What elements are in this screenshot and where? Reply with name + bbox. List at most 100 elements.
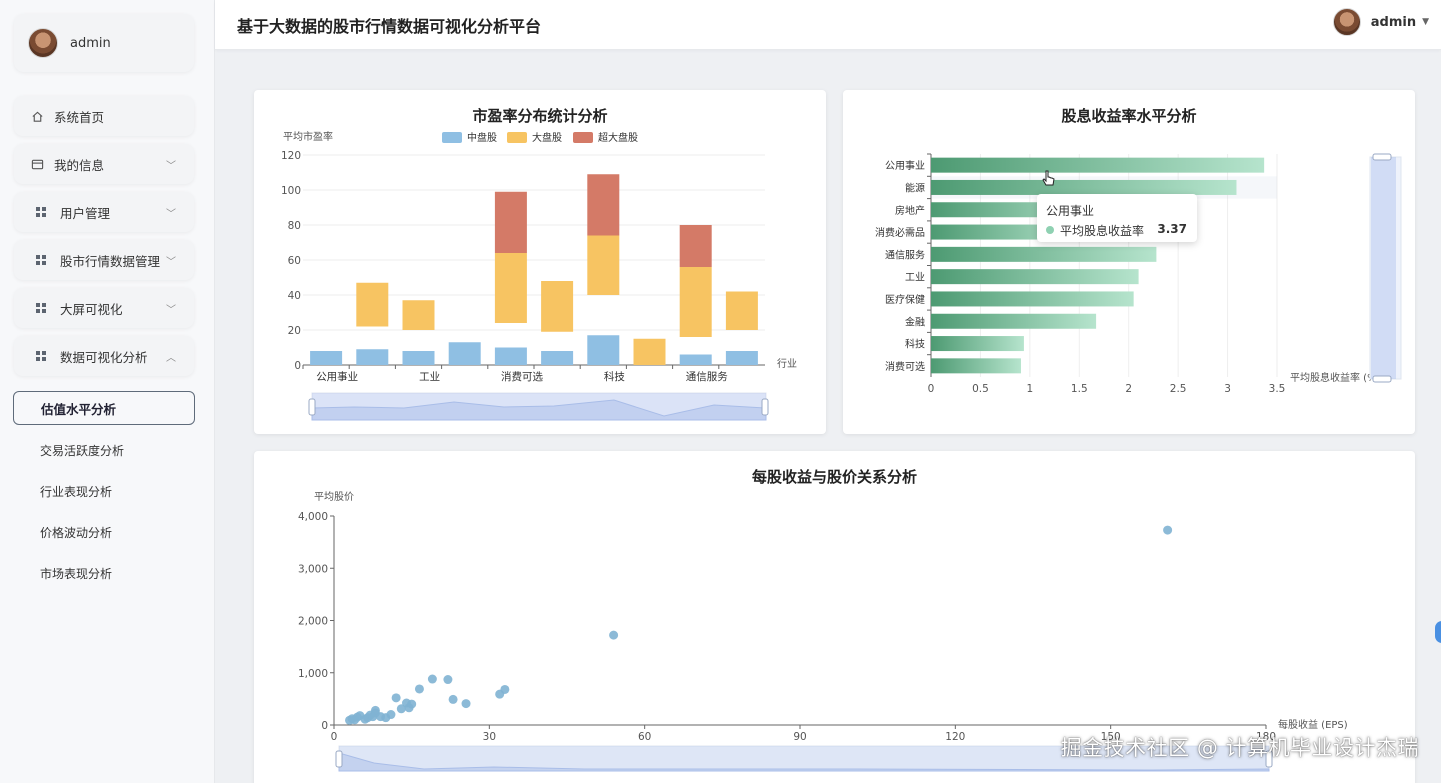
grid-icon	[36, 303, 46, 313]
y-tick-label: 2,000	[298, 616, 328, 628]
scatter-point	[443, 675, 453, 685]
legend-label: 超大盘股	[598, 131, 638, 144]
bar-mid-cap	[310, 351, 343, 365]
sidebar-subitem-price-volatility[interactable]: 价格波动分析	[40, 524, 112, 541]
header-user-name: admin	[1370, 14, 1417, 30]
zoom-slider-window	[1371, 157, 1396, 379]
sidebar-item-label: 数据可视化分析	[60, 349, 148, 365]
sidebar-item-home[interactable]: 系统首页	[14, 96, 194, 136]
bar-large-cap	[494, 253, 527, 323]
id-card-icon	[30, 157, 44, 171]
floating-side-button[interactable]	[1435, 621, 1441, 643]
sidebar-user-name: admin	[70, 35, 111, 51]
bar-xl-cap	[679, 225, 712, 267]
y-tick-label: 0	[294, 360, 301, 372]
x-tick-label: 公用事业	[316, 370, 358, 383]
scatter-point	[1163, 525, 1173, 535]
sidebar-subitem-valuation[interactable]: 估值水平分析	[13, 391, 195, 425]
zoom-slider-handle-left	[335, 750, 343, 768]
bar	[931, 269, 1139, 285]
x-tick-label: 3	[1224, 383, 1231, 395]
bar-large-cap	[633, 338, 666, 365]
scatter-point	[391, 693, 401, 703]
y-tick-label: 4,000	[298, 511, 328, 523]
y-tick-label: 公用事业	[885, 159, 925, 172]
bar	[931, 336, 1024, 352]
x-axis-title: 行业	[777, 357, 797, 370]
y-tick-label: 120	[281, 150, 301, 162]
x-tick-label: 2.5	[1170, 383, 1187, 395]
bar-large-cap	[587, 235, 620, 295]
bar-mid-cap	[448, 342, 481, 365]
grid-icon	[36, 351, 46, 361]
bar-large-cap	[541, 281, 574, 332]
bar	[931, 157, 1265, 173]
avatar	[28, 28, 58, 58]
bar-mid-cap	[679, 354, 712, 365]
chevron-down-icon: ﹀	[166, 209, 176, 220]
header-user-menu[interactable]: admin ▼	[1332, 8, 1429, 36]
x-tick-label: 科技	[604, 370, 625, 383]
y-tick-label: 消费必需品	[875, 226, 925, 239]
chevron-down-icon: ﹀	[166, 161, 176, 172]
sidebar-item-label: 股市行情数据管理	[60, 253, 161, 269]
sidebar: admin 系统首页 我的信息 ﹀ 用户管理 ﹀ 股市行情数据管理 ﹀ 大屏可视…	[0, 0, 215, 783]
x-tick-label: 90	[793, 731, 806, 743]
sidebar-item-my-info[interactable]: 我的信息 ﹀	[14, 144, 194, 184]
bar	[931, 291, 1134, 307]
x-tick-label: 消费可选	[501, 370, 543, 383]
x-tick-label: 30	[483, 731, 496, 743]
scatter-point	[414, 684, 424, 694]
bar-xl-cap	[494, 191, 527, 253]
y-tick-label: 科技	[905, 338, 925, 351]
avatar	[1332, 8, 1361, 36]
bar-large-cap	[725, 291, 758, 330]
chevron-down-icon: ﹀	[166, 305, 176, 316]
sidebar-item-label: 我的信息	[54, 157, 105, 173]
sidebar-item-label: 系统首页	[54, 109, 105, 125]
bar-mid-cap	[725, 351, 758, 365]
y-tick-label: 消费可选	[885, 360, 925, 373]
zoom-slider-handle-bottom	[1372, 375, 1392, 383]
y-tick-label: 医疗保健	[885, 293, 925, 306]
bar-xl-cap	[587, 174, 620, 236]
legend-swatch	[573, 132, 593, 143]
bar-mid-cap	[541, 351, 574, 365]
legend-label: 中盘股	[467, 131, 497, 144]
chevron-up-icon: ︿	[166, 353, 176, 364]
y-tick-label: 3,000	[298, 563, 328, 575]
grid-icon	[36, 207, 46, 217]
zoom-slider-handle-right	[761, 398, 769, 416]
scatter-point	[427, 674, 437, 684]
chevron-down-icon: ﹀	[166, 257, 176, 268]
sidebar-subitem-trading-activity[interactable]: 交易活跃度分析	[40, 442, 124, 459]
watermark: 掘金技术社区 @ 计算机毕业设计杰瑞	[1060, 736, 1419, 760]
x-tick-label: 3.5	[1269, 383, 1286, 395]
x-tick-label: 0	[928, 383, 935, 395]
sidebar-item-user-management[interactable]: 用户管理 ﹀	[14, 192, 194, 232]
pe-ratio-chart: 中盘股 大盘股 超大盘股 平均市盈率行业 0 20 40 60 80 100 120 公用事业 工业 消费…	[281, 130, 797, 421]
x-axis-title: 平均股息收益率 (%)	[1290, 371, 1381, 384]
sidebar-item-label: 大屏可视化	[60, 301, 123, 317]
bar-large-cap	[679, 267, 712, 337]
sidebar-item-big-screen[interactable]: 大屏可视化 ﹀	[14, 288, 194, 328]
scatter-point	[461, 699, 471, 709]
y-tick-label: 0	[321, 720, 328, 732]
grid-icon	[36, 255, 46, 265]
scatter-point	[386, 710, 396, 720]
sidebar-user-card[interactable]: admin	[14, 14, 194, 72]
x-tick-label: 工业	[419, 371, 440, 383]
sidebar-item-data-visualization[interactable]: 数据可视化分析 ︿	[14, 336, 194, 376]
sidebar-item-stock-data-management[interactable]: 股市行情数据管理 ﹀	[14, 240, 194, 280]
sidebar-subitem-industry-performance[interactable]: 行业表现分析	[40, 483, 112, 500]
sidebar-subitem-label: 估值水平分析	[41, 401, 117, 417]
x-tick-label: 2	[1125, 383, 1132, 395]
y-tick-label: 100	[281, 185, 301, 197]
x-tick-label: 1	[1027, 383, 1034, 395]
sidebar-subitem-market-performance[interactable]: 市场表现分析	[40, 565, 112, 582]
zoom-slider-handle-left	[308, 398, 316, 416]
tooltip-series-dot	[1046, 226, 1054, 234]
x-tick-label: 120	[945, 731, 965, 743]
y-axis-title: 平均股价	[314, 491, 354, 503]
x-tick-label: 0.5	[972, 383, 989, 395]
